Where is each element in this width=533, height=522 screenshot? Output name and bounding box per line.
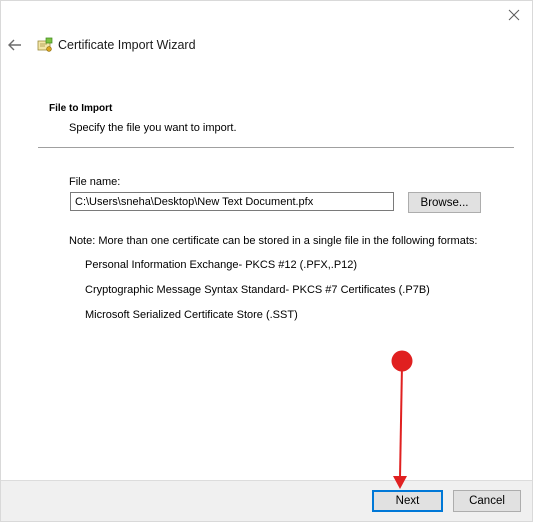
back-button[interactable] xyxy=(5,35,25,55)
browse-button[interactable]: Browse... xyxy=(408,192,481,213)
back-arrow-icon xyxy=(8,39,21,51)
window-title: Certificate Import Wizard xyxy=(58,38,196,52)
next-button[interactable]: Next xyxy=(372,490,443,512)
file-name-input[interactable] xyxy=(70,192,394,211)
format-item-sst: Microsoft Serialized Certificate Store (… xyxy=(85,309,298,321)
format-item-pkcs7: Cryptographic Message Syntax Standard- P… xyxy=(85,284,430,296)
divider xyxy=(38,147,514,148)
format-item-pkcs12: Personal Information Exchange- PKCS #12 … xyxy=(85,259,358,271)
certificate-icon xyxy=(37,37,53,52)
formats-note: Note: More than one certificate can be s… xyxy=(69,235,478,247)
section-title: File to Import xyxy=(49,103,113,114)
close-icon xyxy=(508,9,520,21)
cancel-button[interactable]: Cancel xyxy=(453,490,521,512)
format-list: Personal Information Exchange- PKCS #12 … xyxy=(85,259,430,334)
close-button[interactable] xyxy=(500,3,528,27)
section-subtitle: Specify the file you want to import. xyxy=(69,122,237,134)
certificate-import-wizard-window: Certificate Import Wizard File to Import… xyxy=(0,0,533,522)
file-name-label: File name: xyxy=(69,176,121,188)
